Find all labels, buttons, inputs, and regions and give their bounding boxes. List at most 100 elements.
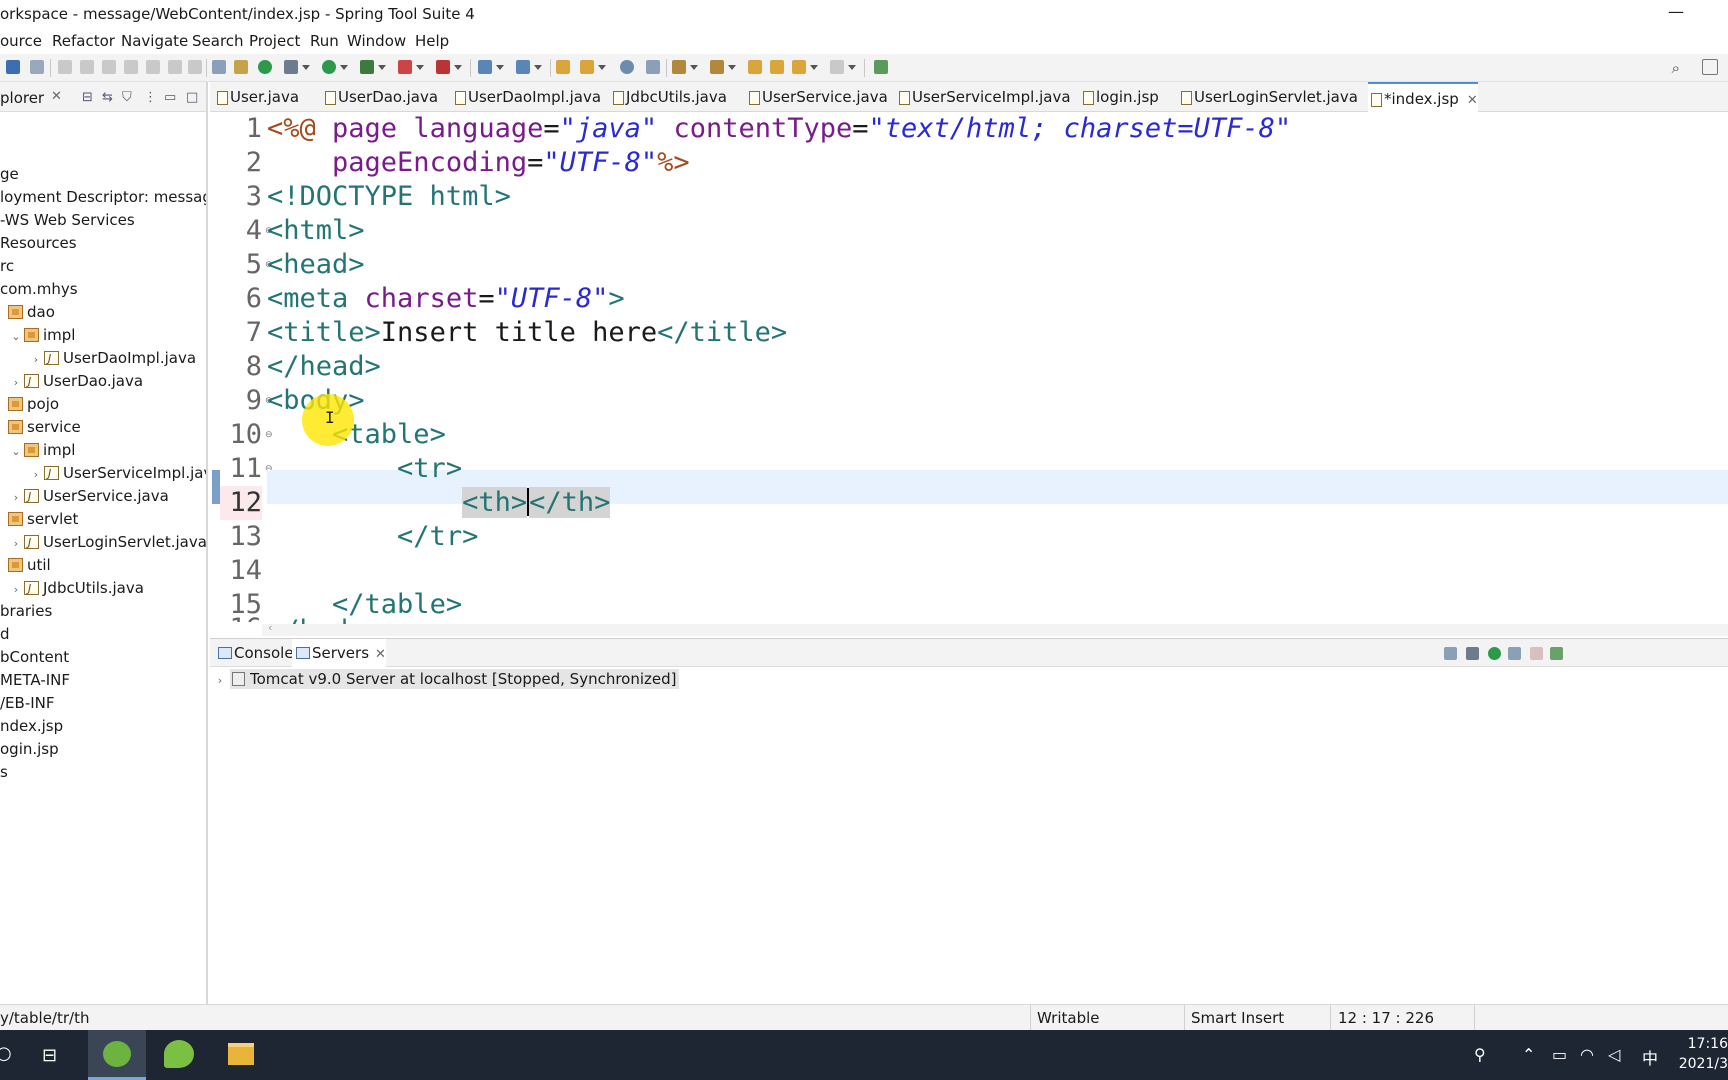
perspective-icon[interactable] bbox=[1702, 59, 1718, 75]
horizontal-scrollbar[interactable]: ‹ bbox=[262, 621, 1728, 636]
close-icon[interactable]: ✕ bbox=[1467, 93, 1478, 108]
debug-icon[interactable] bbox=[284, 60, 310, 74]
ime-indicator[interactable]: 中 bbox=[1642, 1045, 1658, 1069]
tree-item[interactable]: bContent bbox=[0, 646, 69, 669]
search-icon[interactable]: ⌕ bbox=[1672, 59, 1680, 77]
editor-tab[interactable]: JdbcUtils.java bbox=[610, 82, 727, 112]
link-editor-icon[interactable]: ⇆ bbox=[102, 90, 113, 105]
chevron-down-icon[interactable]: ⌄ bbox=[8, 325, 24, 348]
editor-tab[interactable]: login.jsp bbox=[1080, 82, 1159, 112]
close-icon[interactable]: ✕ bbox=[375, 647, 386, 662]
tree-item[interactable]: ⌄ impl bbox=[8, 439, 75, 462]
tree-item[interactable]: braries bbox=[0, 600, 52, 623]
tree-item[interactable]: pojo bbox=[8, 393, 59, 416]
filter-icon[interactable]: ⛉ bbox=[122, 90, 132, 105]
menu-navigate[interactable]: Navigate bbox=[121, 32, 188, 50]
wifi-icon[interactable]: ◠ bbox=[1580, 1045, 1594, 1064]
back-icon[interactable] bbox=[770, 60, 784, 74]
start-icon[interactable]: ○ bbox=[0, 1043, 12, 1064]
drop-to-frame-icon[interactable] bbox=[212, 60, 226, 74]
last-edit-icon[interactable] bbox=[748, 60, 762, 74]
tree-item[interactable]: ogin.jsp bbox=[0, 738, 59, 761]
sts2-taskbar-item[interactable] bbox=[150, 1030, 208, 1080]
terminate-icon[interactable] bbox=[102, 60, 116, 74]
code-editor[interactable]: 1 2 3 4 ⊖ 5 ⊖ 6 7 8 9 ⊖ 10 ⊖ 11 ⊖ 12 13 14 15 16 <%@ page la… bbox=[210, 112, 1728, 636]
code-area[interactable]: <%@ page language="java" contentType="te… bbox=[267, 112, 1728, 624]
menu-source[interactable]: ource bbox=[0, 32, 42, 50]
tree-item[interactable]: › UserServiceImpl.java bbox=[28, 462, 206, 485]
tree-item[interactable]: /EB-INF bbox=[0, 692, 55, 715]
view-menu-icon[interactable]: ⋮ bbox=[144, 90, 157, 105]
tree-item[interactable]: › UserService.java bbox=[8, 485, 169, 508]
editor-tab[interactable]: UserDaoImpl.java bbox=[452, 82, 601, 112]
next-annotation-icon[interactable] bbox=[672, 60, 698, 74]
chevron-right-icon[interactable]: › bbox=[8, 371, 24, 394]
skip-breakpoints-icon[interactable] bbox=[30, 60, 44, 74]
open-task-icon[interactable] bbox=[580, 60, 606, 74]
web-browser-icon[interactable] bbox=[620, 60, 634, 74]
tab-servers[interactable]: Servers ✕ bbox=[292, 639, 386, 667]
chevron-right-icon[interactable]: › bbox=[8, 578, 24, 601]
tree-item[interactable]: Resources bbox=[0, 232, 77, 255]
tree-item[interactable]: dao bbox=[8, 301, 55, 324]
collapse-all-icon[interactable]: ⊟ bbox=[82, 90, 93, 105]
tree-item[interactable]: service bbox=[8, 416, 81, 439]
forward-icon[interactable] bbox=[792, 60, 818, 74]
tree-item[interactable]: ndex.jsp bbox=[0, 715, 63, 738]
boot-dashboard-icon[interactable] bbox=[258, 60, 272, 74]
tree-item[interactable]: › JdbcUtils.java bbox=[8, 577, 144, 600]
network-people-icon[interactable]: ⚲ bbox=[1474, 1045, 1486, 1064]
suspend-icon[interactable] bbox=[80, 60, 94, 74]
menu-run[interactable]: Run bbox=[310, 32, 339, 50]
tree-item[interactable]: › UserLoginServlet.java bbox=[8, 531, 206, 555]
save-icon[interactable] bbox=[6, 60, 20, 74]
menu-search[interactable]: Search bbox=[192, 32, 244, 50]
maximize-view-icon[interactable]: □ bbox=[186, 90, 198, 105]
scroll-left-icon[interactable]: ‹ bbox=[268, 621, 272, 634]
start-server-icon[interactable] bbox=[1488, 647, 1501, 660]
minimize-view-icon[interactable]: ▭ bbox=[164, 90, 176, 105]
chevron-right-icon[interactable]: › bbox=[8, 486, 24, 509]
run-icon[interactable] bbox=[322, 60, 348, 74]
tree-item[interactable]: com.mhys bbox=[0, 278, 78, 301]
tree-item[interactable]: ge bbox=[0, 163, 19, 186]
stop-icon[interactable] bbox=[398, 60, 424, 74]
tree-item[interactable]: util bbox=[8, 554, 51, 577]
refresh-icon[interactable] bbox=[234, 60, 248, 74]
disconnect-icon[interactable] bbox=[124, 60, 138, 74]
volume-icon[interactable]: ◁ bbox=[1608, 1045, 1620, 1064]
open-perspective-icon[interactable] bbox=[874, 60, 888, 74]
tree-item[interactable]: › UserDao.java bbox=[8, 370, 143, 393]
tree-item[interactable]: META-INF bbox=[0, 669, 70, 692]
chevron-right-icon[interactable]: › bbox=[210, 669, 230, 693]
new-server-icon[interactable] bbox=[478, 60, 504, 74]
chevron-right-icon[interactable]: › bbox=[28, 348, 44, 371]
task-view-icon[interactable]: ⊟ bbox=[42, 1045, 57, 1066]
editor-tab[interactable]: User.java bbox=[214, 82, 299, 112]
minimize-button[interactable]: — bbox=[1668, 2, 1684, 21]
run-as-icon[interactable] bbox=[360, 60, 386, 74]
editor-tab[interactable]: UserService.java bbox=[746, 82, 888, 112]
sts-taskbar-item[interactable] bbox=[88, 1030, 146, 1080]
debug-server-icon[interactable] bbox=[1466, 647, 1479, 660]
menu-help[interactable]: Help bbox=[415, 32, 449, 50]
editor-tab[interactable]: UserServiceImpl.java bbox=[896, 82, 1071, 112]
editor-tab[interactable]: UserDao.java bbox=[322, 82, 438, 112]
forward-history-icon[interactable] bbox=[830, 60, 856, 74]
tree-item[interactable]: loyment Descriptor: message bbox=[0, 186, 206, 209]
clock[interactable]: 17:16 2021/3 bbox=[1679, 1034, 1728, 1074]
editor-tab[interactable]: *index.jsp ✕ bbox=[1368, 82, 1478, 112]
tree-item[interactable]: s bbox=[0, 761, 8, 784]
explorer-taskbar-item[interactable] bbox=[212, 1030, 270, 1080]
resume-icon[interactable] bbox=[58, 60, 72, 74]
explorer-tab[interactable]: plorer bbox=[0, 89, 44, 107]
new-wizard-icon[interactable] bbox=[516, 60, 542, 74]
chevron-right-icon[interactable]: › bbox=[8, 532, 24, 555]
tree-item[interactable]: › UserDaoImpl.java bbox=[28, 347, 196, 370]
step-into-icon[interactable] bbox=[146, 60, 160, 74]
tree-item[interactable]: servlet bbox=[8, 508, 78, 531]
tree-item[interactable]: -WS Web Services bbox=[0, 209, 135, 232]
previous-annotation-icon[interactable] bbox=[710, 60, 736, 74]
editor-tab[interactable]: UserLoginServlet.java bbox=[1178, 82, 1358, 112]
tab-console[interactable]: Console bbox=[214, 639, 294, 667]
